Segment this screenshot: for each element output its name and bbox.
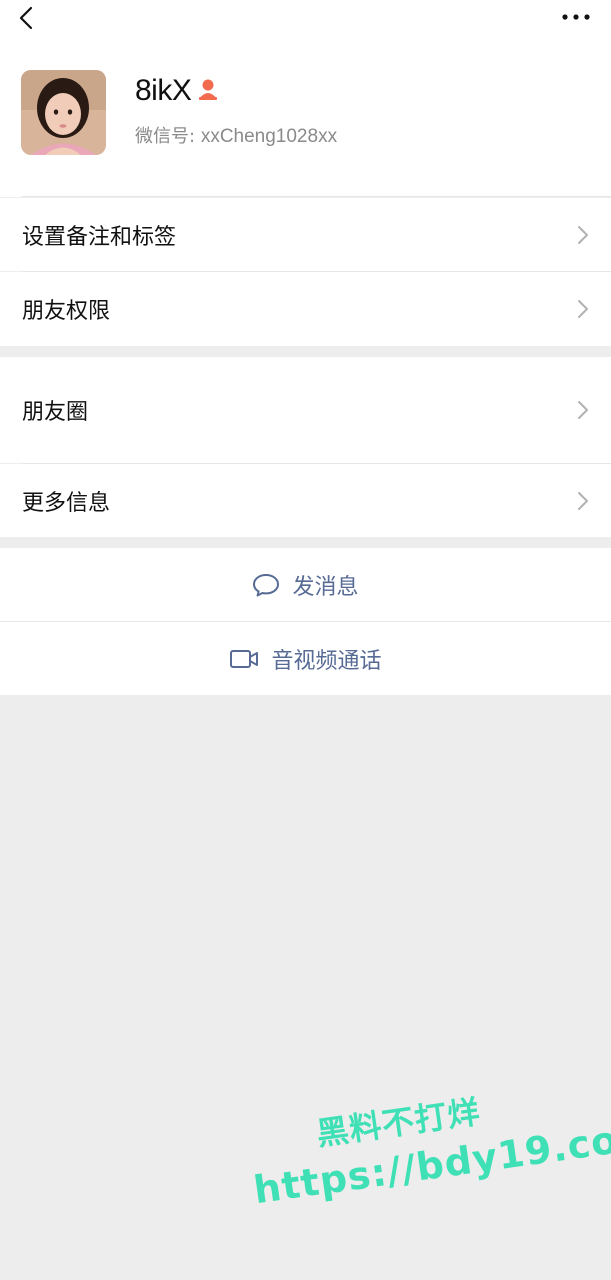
profile-header: 8ikX 微信号: xxCheng1028xx bbox=[0, 0, 611, 197]
more-horizontal-icon[interactable] bbox=[561, 9, 591, 25]
watermark: 黑料不打烊 https://bdy19.co bbox=[243, 1062, 611, 1238]
send-message-button[interactable]: 发消息 bbox=[0, 548, 611, 621]
avatar[interactable] bbox=[21, 70, 106, 155]
female-person-icon bbox=[199, 79, 218, 100]
friend-permissions-item[interactable]: 朋友权限 bbox=[0, 272, 611, 346]
divider bbox=[22, 271, 611, 272]
divider bbox=[22, 463, 611, 464]
more-info-item[interactable]: 更多信息 bbox=[0, 464, 611, 537]
wechat-id: xxCheng1028xx bbox=[200, 126, 338, 147]
moments-item[interactable]: 朋友圈 bbox=[0, 357, 611, 463]
chat-bubble-icon bbox=[253, 573, 280, 596]
chevron-right-icon bbox=[578, 491, 588, 510]
video-camera-icon bbox=[230, 649, 259, 668]
chevron-right-icon bbox=[578, 225, 588, 244]
set-remark-tags-item[interactable]: 设置备注和标签 bbox=[0, 198, 611, 271]
chevron-left-icon[interactable] bbox=[14, 4, 40, 32]
nickname: 8ikX bbox=[135, 74, 192, 107]
divider bbox=[22, 196, 611, 197]
wechat-id-label: 微信号: bbox=[135, 126, 196, 147]
chevron-right-icon bbox=[578, 401, 588, 419]
nickname-row: 8ikX bbox=[135, 74, 219, 108]
video-call-button[interactable]: 音视频通话 bbox=[0, 622, 611, 695]
more-info-label: 更多信息 bbox=[22, 490, 111, 516]
send-message-label: 发消息 bbox=[292, 574, 359, 600]
video-call-label: 音视频通话 bbox=[271, 648, 382, 674]
divider bbox=[0, 621, 611, 622]
set-remark-tags-label: 设置备注和标签 bbox=[22, 224, 177, 250]
moments-label: 朋友圈 bbox=[22, 400, 89, 425]
chevron-right-icon bbox=[578, 300, 588, 318]
wechat-id-row: 微信号: xxCheng1028xx bbox=[135, 122, 337, 148]
friend-permissions-label: 朋友权限 bbox=[22, 299, 111, 324]
